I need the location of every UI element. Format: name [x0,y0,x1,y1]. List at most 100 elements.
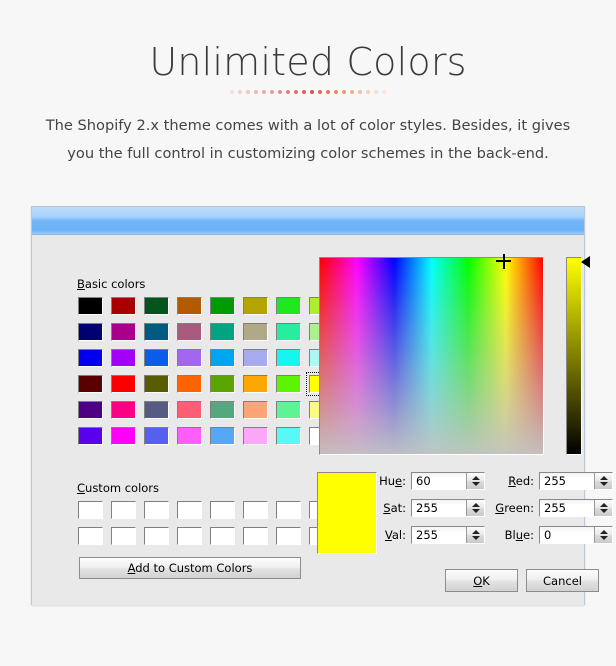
green-spinner[interactable]: 255 [539,499,613,517]
basic-colors-grid[interactable] [76,295,337,447]
custom-color-swatch[interactable] [208,499,237,521]
basic-color-swatch[interactable] [175,321,204,343]
green-input[interactable]: 255 [540,500,594,516]
basic-color-swatch[interactable] [109,373,138,395]
basic-color-swatch[interactable] [274,425,303,447]
val-step-up-icon[interactable] [471,530,480,534]
sat-spinner[interactable]: 255 [411,499,485,517]
val-stepper[interactable] [466,527,484,543]
color-swatch-fill [112,350,135,366]
basic-color-swatch[interactable] [109,321,138,343]
cancel-button[interactable]: Cancel [526,569,599,592]
sat-step-down-icon[interactable] [471,509,480,513]
basic-color-swatch[interactable] [274,347,303,369]
basic-color-swatch[interactable] [274,399,303,421]
ok-button[interactable]: OK [445,569,518,592]
custom-color-swatch[interactable] [175,499,204,521]
saturation-value-field[interactable] [319,253,544,455]
custom-color-swatch[interactable] [142,499,171,521]
color-swatch-chip [243,427,268,445]
basic-color-swatch[interactable] [175,347,204,369]
dialog-titlebar[interactable] [32,207,584,235]
add-to-custom-colors-button[interactable]: Add to Custom Colors [79,557,301,579]
val-spinner[interactable]: 255 [411,526,485,544]
color-swatch-chip [210,323,235,341]
basic-color-swatch[interactable] [241,399,270,421]
basic-color-swatch[interactable] [208,295,237,317]
basic-color-swatch[interactable] [274,373,303,395]
sat-stepper[interactable] [466,500,484,516]
basic-color-swatch[interactable] [208,347,237,369]
custom-color-swatch[interactable] [109,525,138,547]
basic-color-swatch[interactable] [274,321,303,343]
value-slider[interactable] [566,257,582,455]
custom-color-swatch[interactable] [274,525,303,547]
basic-color-swatch[interactable] [274,295,303,317]
basic-color-swatch[interactable] [76,425,105,447]
basic-color-swatch[interactable] [175,425,204,447]
blue-spinner[interactable]: 0 [539,526,613,544]
basic-color-swatch[interactable] [142,347,171,369]
hue-spinner[interactable]: 60 [411,472,485,490]
blue-step-up-icon[interactable] [599,530,608,534]
custom-color-swatch[interactable] [175,525,204,547]
hue-stepper[interactable] [466,473,484,489]
basic-color-swatch[interactable] [241,425,270,447]
basic-color-swatch[interactable] [208,373,237,395]
basic-color-swatch[interactable] [142,295,171,317]
custom-color-swatch[interactable] [274,499,303,521]
basic-color-swatch[interactable] [208,321,237,343]
basic-color-swatch[interactable] [241,295,270,317]
basic-color-swatch[interactable] [175,295,204,317]
basic-color-swatch[interactable] [76,295,105,317]
custom-color-swatch[interactable] [241,525,270,547]
sat-input[interactable]: 255 [412,500,466,516]
hue-step-up-icon[interactable] [471,476,480,480]
basic-color-swatch[interactable] [175,399,204,421]
val-step-down-icon[interactable] [471,536,480,540]
green-step-down-icon[interactable] [599,509,608,513]
basic-color-swatch[interactable] [142,399,171,421]
custom-colors-grid[interactable] [76,499,336,547]
basic-color-swatch[interactable] [76,399,105,421]
hue-step-down-icon[interactable] [471,482,480,486]
custom-color-swatch[interactable] [208,525,237,547]
basic-color-swatch[interactable] [142,373,171,395]
basic-color-swatch[interactable] [142,321,171,343]
basic-color-swatch[interactable] [109,347,138,369]
custom-color-swatch[interactable] [109,499,138,521]
basic-color-swatch[interactable] [76,347,105,369]
custom-color-swatch[interactable] [76,499,105,521]
custom-color-swatch[interactable] [142,525,171,547]
hue-input[interactable]: 60 [412,473,466,489]
green-step-up-icon[interactable] [599,503,608,507]
custom-color-swatch[interactable] [76,525,105,547]
val-input[interactable]: 255 [412,527,466,543]
basic-color-swatch[interactable] [241,373,270,395]
basic-color-swatch[interactable] [76,373,105,395]
basic-color-swatch[interactable] [109,399,138,421]
red-stepper[interactable] [594,473,612,489]
custom-color-swatch[interactable] [241,499,270,521]
basic-color-swatch[interactable] [208,425,237,447]
red-input[interactable]: 255 [540,473,594,489]
blue-step-down-icon[interactable] [599,536,608,540]
basic-color-swatch[interactable] [142,425,171,447]
basic-color-swatch[interactable] [109,295,138,317]
blue-stepper[interactable] [594,527,612,543]
basic-color-swatch[interactable] [175,373,204,395]
color-swatch-fill [178,428,201,444]
green-stepper[interactable] [594,500,612,516]
blue-input[interactable]: 0 [540,527,594,543]
red-step-down-icon[interactable] [599,482,608,486]
basic-color-swatch[interactable] [109,425,138,447]
basic-color-swatch[interactable] [76,321,105,343]
red-spinner[interactable]: 255 [539,472,613,490]
value-slider-thumb[interactable] [581,256,590,268]
sat-step-up-icon[interactable] [471,503,480,507]
basic-color-swatch[interactable] [208,399,237,421]
basic-color-swatch[interactable] [241,321,270,343]
red-step-up-icon[interactable] [599,476,608,480]
basic-color-swatch[interactable] [241,347,270,369]
color-swatch-chip [78,323,103,341]
